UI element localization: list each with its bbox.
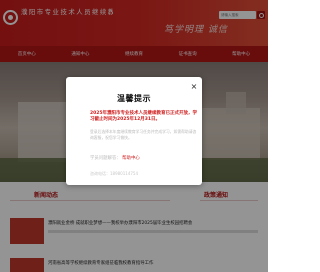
- modal-notice: 2025年濮阳市专业技术人员继续教育已正式开放，学习截止时间为2025年12月3…: [90, 111, 198, 123]
- modal-title: 温馨提示: [117, 94, 151, 103]
- notice-modal: × 温馨提示 2025年濮阳市专业技术人员继续教育已正式开放，学习截止时间为20…: [66, 77, 202, 185]
- help-center-link[interactable]: 帮助中心: [122, 156, 140, 161]
- contact-phone: 咨询电话：18980114754: [90, 171, 138, 176]
- help-row: 学员问题解答： 帮助中心: [90, 155, 140, 161]
- help-prefix: 学员问题解答：: [90, 156, 121, 161]
- modal-detail: 登录后选择本年度继续教育学习任务并完成学习，如需帮助请咨询客服，祝您学习愉快。: [90, 129, 197, 140]
- close-icon[interactable]: ×: [190, 83, 198, 91]
